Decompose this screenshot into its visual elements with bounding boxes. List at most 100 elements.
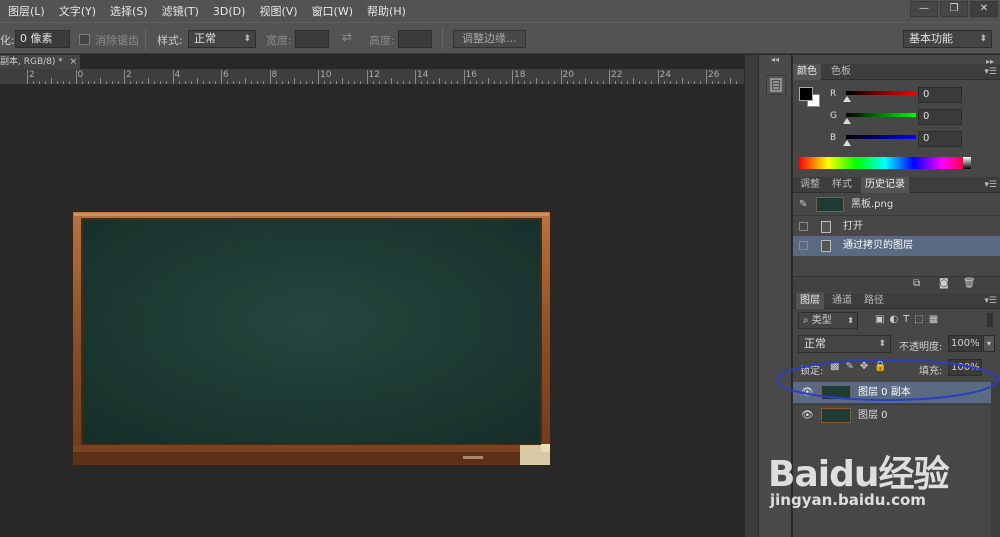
panel-menu-icon[interactable]: ▾☰	[984, 177, 997, 193]
ruler-tick	[518, 81, 520, 84]
history-item[interactable]: 打开	[793, 217, 1000, 237]
blend-mode-select[interactable]: 正常	[798, 335, 891, 353]
tab-paths[interactable]: 路径	[860, 293, 888, 309]
menu-help[interactable]: 帮助(H)	[360, 3, 413, 19]
opacity-input[interactable]: 100%	[948, 335, 982, 352]
ruler-tick	[499, 81, 501, 84]
document-tab-title: 副本, RGB/8) *	[0, 57, 63, 67]
ruler-tick	[111, 81, 113, 84]
ruler-tick	[439, 78, 441, 84]
ruler-tick-label: 26	[708, 70, 720, 80]
tab-swatches[interactable]: 色板	[827, 64, 855, 80]
tab-styles[interactable]: 样式	[828, 177, 856, 193]
restore-button[interactable]: ❐	[940, 1, 968, 17]
ruler-tick	[93, 81, 95, 84]
ruler-tick	[245, 78, 247, 84]
height-input[interactable]	[398, 30, 432, 48]
ruler-tick	[299, 81, 301, 84]
workspace-select[interactable]: 基本功能	[903, 30, 992, 48]
channel-b-value[interactable]: 0	[918, 131, 962, 147]
tab-history[interactable]: 历史记录	[861, 177, 909, 193]
layer-row[interactable]: 👁 图层 0	[793, 404, 991, 425]
history-item-checkbox[interactable]	[799, 222, 808, 231]
menu-select[interactable]: 选择(S)	[103, 3, 155, 19]
channel-g-value[interactable]: 0	[918, 109, 962, 125]
channel-g-slider[interactable]	[846, 113, 916, 117]
ruler-tick	[214, 81, 216, 84]
close-button[interactable]: ✕	[970, 1, 998, 17]
swap-icon[interactable]: ⇄	[342, 30, 352, 44]
trash-icon[interactable]: 🗑	[963, 278, 976, 289]
ruler-tick	[578, 81, 580, 84]
menu-layer[interactable]: 图层(L)	[0, 3, 52, 19]
tab-close-icon[interactable]: ×	[70, 57, 78, 67]
ruler-tick	[548, 81, 550, 84]
tab-color[interactable]: 颜色	[793, 64, 821, 80]
ruler-tick-label: 22	[611, 70, 623, 80]
filter-toggle[interactable]	[987, 313, 993, 327]
ruler-tick-label: 20	[562, 70, 574, 80]
antialias-label: 消除锯齿	[95, 34, 139, 47]
panel-menu-icon[interactable]: ▾☰	[984, 293, 997, 309]
channel-b-thumb[interactable]	[843, 140, 851, 146]
ruler-tick	[293, 78, 295, 84]
minimize-button[interactable]: —	[910, 1, 938, 17]
history-item-checkbox[interactable]	[799, 241, 808, 250]
tab-adjustments[interactable]: 调整	[796, 177, 824, 193]
menu-type[interactable]: 文字(Y)	[52, 3, 103, 19]
panel-menu-icon[interactable]: ▾☰	[984, 64, 997, 80]
ruler-tick-label: 24	[659, 70, 671, 80]
collapse-icon[interactable]: ◂◂	[771, 55, 779, 64]
channel-b-slider[interactable]	[846, 135, 916, 139]
ruler-tick	[433, 81, 435, 84]
ruler-tick	[378, 81, 380, 84]
layer-name: 图层 0	[858, 410, 888, 421]
foreground-color-swatch[interactable]	[799, 87, 813, 101]
history-item-selected[interactable]: 通过拷贝的图层	[793, 236, 1000, 256]
channel-r-value[interactable]: 0	[918, 87, 962, 103]
channel-r-label: R	[830, 89, 837, 99]
opacity-dropdown-icon[interactable]: ▾	[983, 335, 995, 352]
antialias-checkbox[interactable]	[79, 34, 90, 45]
channel-g-thumb[interactable]	[843, 118, 851, 124]
ruler-tick	[487, 78, 489, 84]
layer-filter-icons[interactable]: ▣◐T⬚▦	[875, 314, 943, 325]
ruler-tick	[542, 81, 544, 84]
ruler-tick	[166, 81, 168, 84]
document-tab[interactable]: 副本, RGB/8) * ×	[0, 55, 80, 69]
ruler-tick	[560, 70, 562, 84]
style-select[interactable]: 正常	[188, 30, 256, 48]
history-snapshot[interactable]: ✎ 黑板.png	[793, 194, 1000, 216]
ruler-tick-label: 12	[368, 70, 380, 80]
black-white-ramp[interactable]	[963, 157, 971, 169]
feather-input[interactable]: 0 像素	[15, 30, 70, 48]
color-spectrum-bar[interactable]	[799, 157, 971, 169]
visibility-eye-icon[interactable]: 👁	[801, 405, 814, 426]
channel-r-thumb[interactable]	[843, 96, 851, 102]
ruler-tick	[336, 81, 338, 84]
layer-filter-select[interactable]: ⌕ 类型 ⬍	[798, 312, 858, 329]
ruler-tick	[154, 81, 156, 84]
ruler-tick	[105, 81, 107, 84]
history-doc-icon	[821, 240, 831, 252]
ruler-tick	[596, 81, 598, 84]
panel-icon-button[interactable]	[766, 75, 786, 95]
ruler-tick	[402, 81, 404, 84]
width-input[interactable]	[295, 30, 329, 48]
new-document-icon[interactable]: ⧉	[913, 278, 920, 289]
ruler-tick	[621, 81, 623, 84]
tab-layers[interactable]: 图层	[796, 293, 824, 309]
ruler-tick	[51, 78, 53, 84]
menu-window[interactable]: 窗口(W)	[305, 3, 360, 19]
menu-filter[interactable]: 滤镜(T)	[155, 3, 206, 19]
ruler-tick	[208, 81, 210, 84]
menu-3d[interactable]: 3D(D)	[206, 5, 253, 18]
channel-r-slider[interactable]	[846, 91, 916, 95]
menu-view[interactable]: 视图(V)	[252, 3, 304, 19]
canvas-scrollbar[interactable]	[744, 55, 758, 537]
refine-edge-button[interactable]: 调整边缘...	[453, 30, 526, 48]
ruler-tick	[693, 81, 695, 84]
tab-channels[interactable]: 通道	[828, 293, 856, 309]
camera-icon[interactable]: ◙	[939, 278, 949, 289]
ruler-tick	[227, 81, 229, 84]
